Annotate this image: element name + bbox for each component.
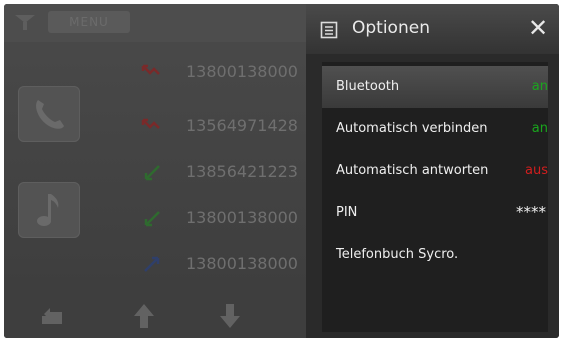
missed-call-icon (141, 64, 160, 75)
option-pin[interactable]: PIN **** (322, 192, 548, 234)
option-label: PIN (336, 205, 358, 220)
arrow-down-icon[interactable] (218, 302, 242, 330)
close-icon[interactable]: ✕ (528, 14, 548, 42)
arrow-up-icon[interactable] (132, 302, 156, 330)
call-number: 13564971428 (186, 116, 298, 135)
call-row[interactable]: 13564971428 (134, 106, 306, 150)
screen: MENU 13800138000 13564971428 13856421223 (4, 4, 559, 338)
phone-icon (36, 100, 64, 129)
options-panel: Optionen ✕ Bluetooth an Automatisch verb… (306, 4, 559, 338)
call-number: 13800138000 (186, 208, 298, 227)
bottom-bar (4, 294, 306, 338)
device-frame: MENU 13800138000 13564971428 13856421223 (0, 0, 563, 342)
option-value: an (531, 121, 548, 136)
back-icon[interactable] (38, 302, 66, 328)
option-value: aus (525, 163, 548, 178)
missed-call-icon (141, 118, 160, 129)
background-phone-app: MENU 13800138000 13564971428 13856421223 (4, 4, 306, 338)
call-row[interactable]: 13856421223 (134, 152, 306, 196)
option-label: Telefonbuch Sycro. (336, 247, 459, 262)
option-auto-answer[interactable]: Automatisch antworten aus (322, 150, 548, 192)
option-phonebook-sync[interactable]: Telefonbuch Sycro. (322, 234, 548, 276)
music-button[interactable] (18, 182, 80, 238)
call-row[interactable]: 13800138000 (134, 52, 306, 96)
music-note-icon (37, 194, 59, 226)
signal-icon (15, 15, 35, 30)
list-icon (320, 21, 338, 39)
menu-button[interactable]: MENU (48, 11, 130, 33)
received-call-icon (144, 211, 160, 227)
call-number: 13856421223 (186, 162, 298, 181)
option-auto-connect[interactable]: Automatisch verbinden an (322, 108, 548, 150)
call-number: 13800138000 (186, 62, 298, 81)
phone-button[interactable] (18, 86, 80, 142)
option-label: Automatisch antworten (336, 163, 489, 178)
option-value: **** (516, 203, 546, 221)
call-row[interactable]: 13800138000 (134, 244, 306, 288)
top-bar: MENU (4, 4, 306, 42)
call-row[interactable]: 13800138000 (134, 198, 306, 242)
options-header: Optionen ✕ (306, 4, 559, 54)
option-label: Bluetooth (336, 79, 400, 94)
call-number: 13800138000 (186, 254, 298, 273)
option-bluetooth[interactable]: Bluetooth an (322, 66, 548, 108)
option-value: an (531, 79, 548, 94)
received-call-icon (144, 165, 160, 181)
options-title: Optionen (352, 18, 430, 38)
options-list: Bluetooth an Automatisch verbinden an Au… (322, 62, 548, 332)
option-label: Automatisch verbinden (336, 121, 488, 136)
dialed-call-icon (144, 256, 160, 272)
